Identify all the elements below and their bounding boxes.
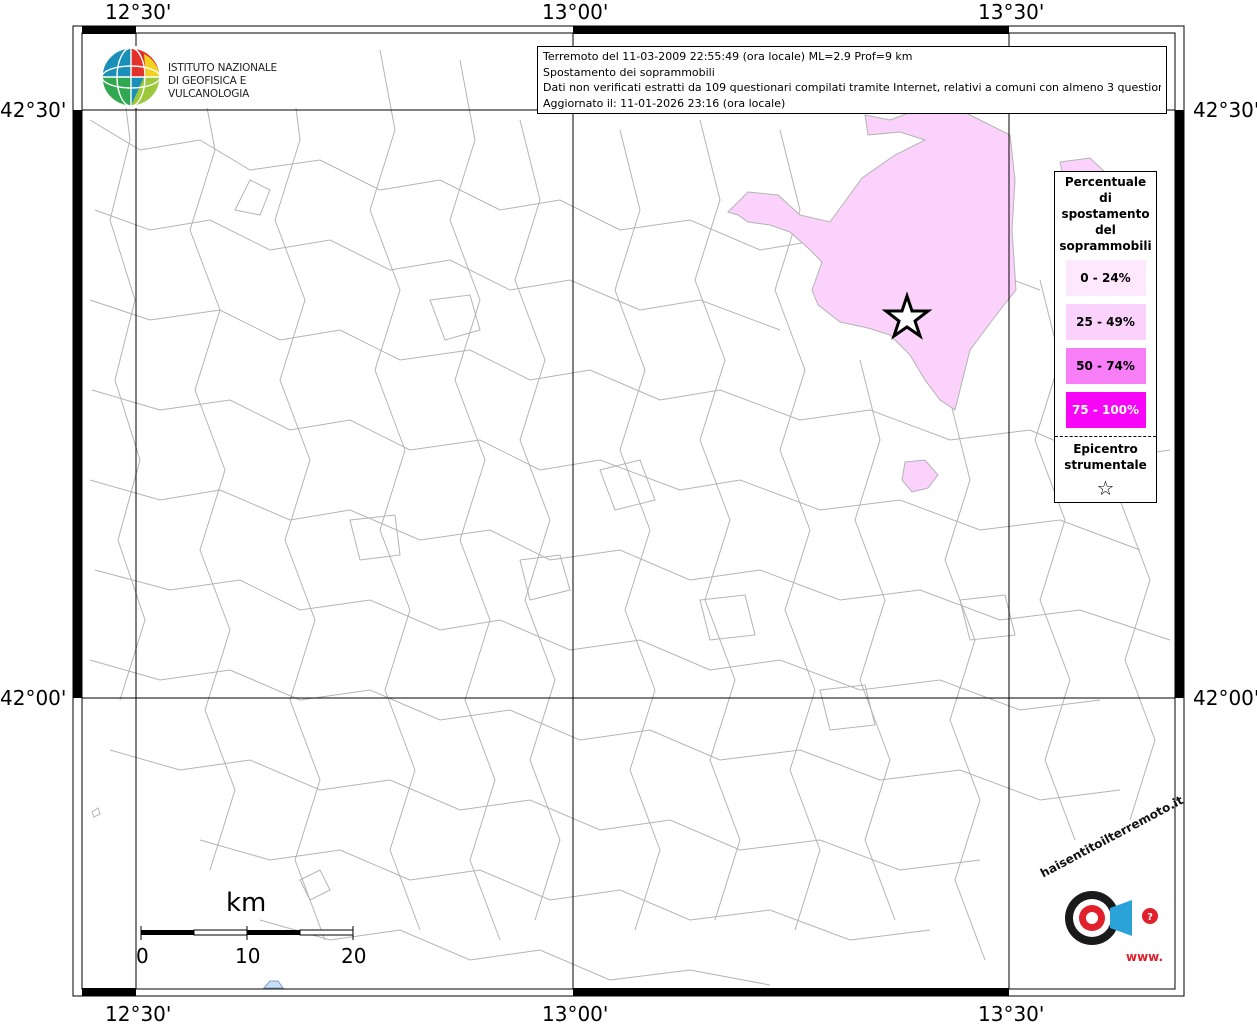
map-legend: Percentuale di spostamento del soprammob…	[1054, 171, 1157, 503]
lat-label-left-1: 42°30'	[0, 98, 67, 122]
info-data-note: Dati non verificati estratti da 109 ques…	[543, 81, 1161, 94]
legend-title: Percentuale di spostamento del soprammob…	[1059, 175, 1152, 253]
lon-label-top-3: 13°30'	[978, 0, 1045, 24]
lat-label-right-1: 42°30'	[1193, 98, 1257, 122]
scale-tick-20: 20	[341, 944, 367, 968]
info-event-line: Terremoto del 11-03-2009 22:55:49 (ora l…	[543, 50, 913, 63]
target-icon: ?	[1065, 891, 1158, 945]
legend-epicenter-label: Epicentro strumentale	[1064, 442, 1147, 472]
legend-class-50-74: 50 - 74%	[1065, 348, 1146, 384]
info-parameter-line: Spostamento dei soprammobili	[543, 65, 715, 79]
lat-label-right-2: 42°00'	[1193, 686, 1257, 710]
earthquake-info-box: Terremoto del 11-03-2009 22:55:49 (ora l…	[537, 46, 1167, 114]
logo-line-2: DI GEOFISICA E VULCANOLOGIA	[168, 75, 250, 100]
brand-prefix: www.	[1126, 950, 1164, 964]
legend-class-label: 75 - 100%	[1071, 403, 1140, 417]
lon-label-bottom-2: 13°00'	[542, 1002, 609, 1026]
legend-star-icon: ☆	[1096, 476, 1115, 500]
legend-class-0-24: 0 - 24%	[1065, 260, 1146, 296]
legend-class-label: 50 - 74%	[1076, 359, 1135, 373]
legend-class-label: 25 - 49%	[1076, 315, 1135, 329]
haisentito-logo: ? haisentitoilterremoto.it www.	[1032, 793, 1186, 982]
legend-class-75-100: 75 - 100%	[1065, 392, 1146, 428]
scale-tick-10: 10	[235, 944, 261, 968]
logo-line-1: ISTITUTO NAZIONALE	[168, 62, 277, 74]
scale-unit: km	[226, 888, 267, 918]
lon-label-top-1: 12°30'	[105, 0, 172, 24]
logo-text: ISTITUTO NAZIONALE DI GEOFISICA E VULCAN…	[168, 62, 320, 101]
legend-separator	[1055, 436, 1156, 437]
legend-class-label: 0 - 24%	[1080, 271, 1131, 285]
lon-label-bottom-3: 13°30'	[978, 1002, 1045, 1026]
legend-class-25-49: 25 - 49%	[1065, 304, 1146, 340]
info-updated-line: Aggiornato il: 11-01-2026 23:16 (ora loc…	[543, 96, 786, 110]
ingv-logo: ISTITUTO NAZIONALE DI GEOFISICA E VULCAN…	[100, 46, 320, 108]
globe-icon	[101, 47, 161, 107]
lon-label-top-2: 13°00'	[542, 0, 609, 24]
lon-label-bottom-1: 12°30'	[105, 1002, 172, 1026]
lat-label-left-2: 42°00'	[0, 686, 67, 710]
scale-tick-0: 0	[136, 944, 149, 968]
svg-text:?: ?	[1147, 912, 1153, 923]
